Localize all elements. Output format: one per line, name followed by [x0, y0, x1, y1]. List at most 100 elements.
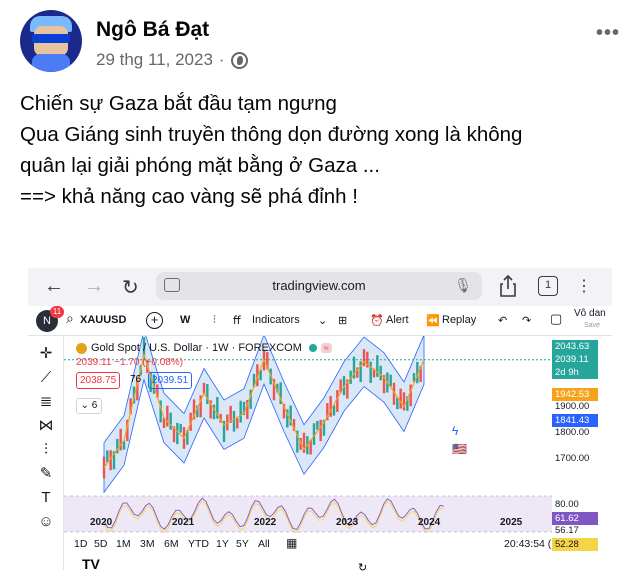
market-open-icon [308, 344, 317, 352]
browser-bar: ← → ↻ tradingview.com 🎙 1 ⋮ [28, 268, 612, 306]
text-icon[interactable]: T [36, 488, 56, 508]
price-tick: 1800.00 [555, 427, 590, 438]
alert-icon[interactable]: ⏰ [370, 314, 384, 327]
search-icon[interactable]: ⌕ [66, 310, 74, 327]
fullscreen-icon[interactable]: ▢ [550, 311, 562, 327]
prediction-icon[interactable]: ⫶ [36, 440, 56, 460]
author-name[interactable]: Ngô Bá Đạt [96, 18, 209, 42]
candle [169, 412, 172, 430]
buy-price[interactable]: 2039.51 [148, 372, 193, 389]
price-tick: 56.17 [555, 525, 579, 536]
calendar-icon[interactable]: ▦ [286, 536, 297, 550]
post-text: Chiến sự Gaza bắt đầu tạm ngưng Qua Gián… [20, 88, 620, 212]
brush-icon[interactable]: ✎ [36, 464, 56, 484]
ohlc-values: 2039.11 −1.70 (−0.08%) [76, 357, 184, 368]
reset-chart-icon[interactable]: ↻ [358, 561, 367, 574]
notification-badge: 11 [50, 306, 64, 318]
price-tag: 1942.53 [552, 388, 598, 401]
candle [316, 420, 319, 430]
layout-grid-icon[interactable]: ⊞ [338, 314, 347, 327]
indicators-button[interactable]: Indicators [252, 314, 300, 326]
candle [206, 384, 209, 405]
price-tag: 61.62 [552, 512, 598, 525]
approx-badge: ≈ [320, 343, 332, 353]
alert-button[interactable]: Alert [386, 314, 409, 326]
pattern-icon[interactable]: ⋈ [36, 416, 56, 436]
sell-price[interactable]: 2038.75 [76, 372, 121, 389]
range-5y[interactable]: 5Y [236, 538, 249, 550]
range-all[interactable]: All [258, 538, 270, 550]
candle [166, 405, 169, 427]
save-sub: Save [584, 322, 600, 329]
meta-separator: · [218, 50, 225, 69]
chart-legend: Gold Spot / U.S. Dollar · 1W · FOREXCOM … [76, 342, 332, 354]
emoji-icon[interactable]: ☺ [36, 512, 56, 532]
tv-toolbar: N 11 ⌕ XAUUSD + W ⫶ ﬀ Indicators ⌄ ⊞ ⏰ A… [28, 306, 612, 336]
compare-add-icon[interactable]: + [146, 312, 163, 329]
candle [232, 410, 236, 432]
reload-icon[interactable]: ↻ [122, 275, 139, 300]
indicators-icon[interactable]: ﬀ [233, 314, 241, 327]
price-tick: 1900.00 [555, 401, 590, 412]
interval-button[interactable]: W [180, 314, 190, 326]
range-1y[interactable]: 1Y [216, 538, 229, 550]
post-line: Chiến sự Gaza bắt đầu tạm ngưng [20, 92, 337, 115]
replay-button[interactable]: Replay [442, 314, 476, 326]
candle [176, 422, 179, 445]
us-flag-icon[interactable]: 🇺🇸 [452, 442, 467, 456]
range-1m[interactable]: 1M [116, 538, 131, 550]
candle [399, 388, 402, 409]
collapse-indicators-button[interactable]: ⌄ 6 [76, 398, 102, 414]
gold-symbol-icon [76, 342, 87, 354]
back-arrow-icon[interactable]: ← [44, 275, 64, 298]
chevron-down-icon[interactable]: ⌄ [318, 314, 327, 327]
author-avatar[interactable] [20, 10, 82, 72]
range-5d[interactable]: 5D [94, 538, 107, 550]
fib-icon[interactable]: ≣ [36, 392, 56, 412]
more-options-button[interactable]: ••• [596, 22, 620, 45]
browser-more-icon[interactable]: ⋮ [576, 276, 592, 296]
forward-arrow-icon[interactable]: → [84, 275, 104, 298]
range-1d[interactable]: 1D [74, 538, 87, 550]
range-3m[interactable]: 3M [140, 538, 155, 550]
candle [106, 450, 109, 463]
range-ytd[interactable]: YTD [188, 538, 209, 550]
post-date[interactable]: 29 thg 11, 2023 [96, 50, 213, 70]
price-tag: 52.28 [552, 538, 598, 551]
symbol-search[interactable]: XAUUSD [80, 314, 126, 326]
url-text[interactable]: tradingview.com [156, 278, 482, 293]
save-label[interactable]: Vô dan [574, 308, 606, 319]
tab-count-button[interactable]: 1 [538, 276, 558, 296]
year-label: 2025 [500, 517, 523, 528]
url-bar[interactable]: tradingview.com 🎙 [156, 272, 482, 300]
price-tag: 2039.11 [552, 353, 598, 366]
tradingview-screenshot[interactable]: ← → ↻ tradingview.com 🎙 1 ⋮ N 11 ⌕ XAUUS… [28, 268, 612, 574]
year-label: 2022 [254, 517, 277, 528]
candle [179, 423, 182, 433]
candle [236, 418, 239, 429]
price-tick: 80.00 [555, 499, 579, 510]
post-line: quân lại giải phóng mặt bằng ở Gaza ... [20, 154, 380, 177]
drawing-toolbar: ✛ ⟋ ≣ ⋈ ⫶ ✎ T ☺ [28, 336, 64, 570]
redo-icon[interactable]: ↷ [522, 314, 531, 327]
spread: 76 [130, 374, 142, 385]
share-icon[interactable] [498, 274, 518, 298]
candle [329, 396, 332, 417]
undo-icon[interactable]: ↶ [498, 314, 507, 327]
post-header: Ngô Bá Đạt 29 thg 11, 2023 · ••• [0, 0, 640, 80]
post-meta: 29 thg 11, 2023 · [96, 50, 248, 70]
post-line: Qua Giáng sinh truyền thông dọn đường xo… [20, 123, 523, 146]
event-flash-icon[interactable]: ϟ [452, 424, 458, 438]
candle [319, 419, 322, 442]
candle [239, 400, 242, 423]
year-label: 2021 [172, 517, 195, 528]
bar-style-icon[interactable]: ⫶ [213, 314, 216, 327]
tradingview-logo: TV [82, 556, 100, 572]
microphone-icon[interactable]: 🎙 [454, 277, 472, 294]
globe-icon [230, 51, 248, 69]
crosshair-icon[interactable]: ✛ [36, 344, 56, 364]
trendline-icon[interactable]: ⟋ [36, 368, 56, 388]
replay-icon[interactable]: ⏪ [426, 314, 440, 327]
time-axis: 2020 2021 2022 2023 2024 2025 [64, 515, 554, 531]
range-6m[interactable]: 6M [164, 538, 179, 550]
